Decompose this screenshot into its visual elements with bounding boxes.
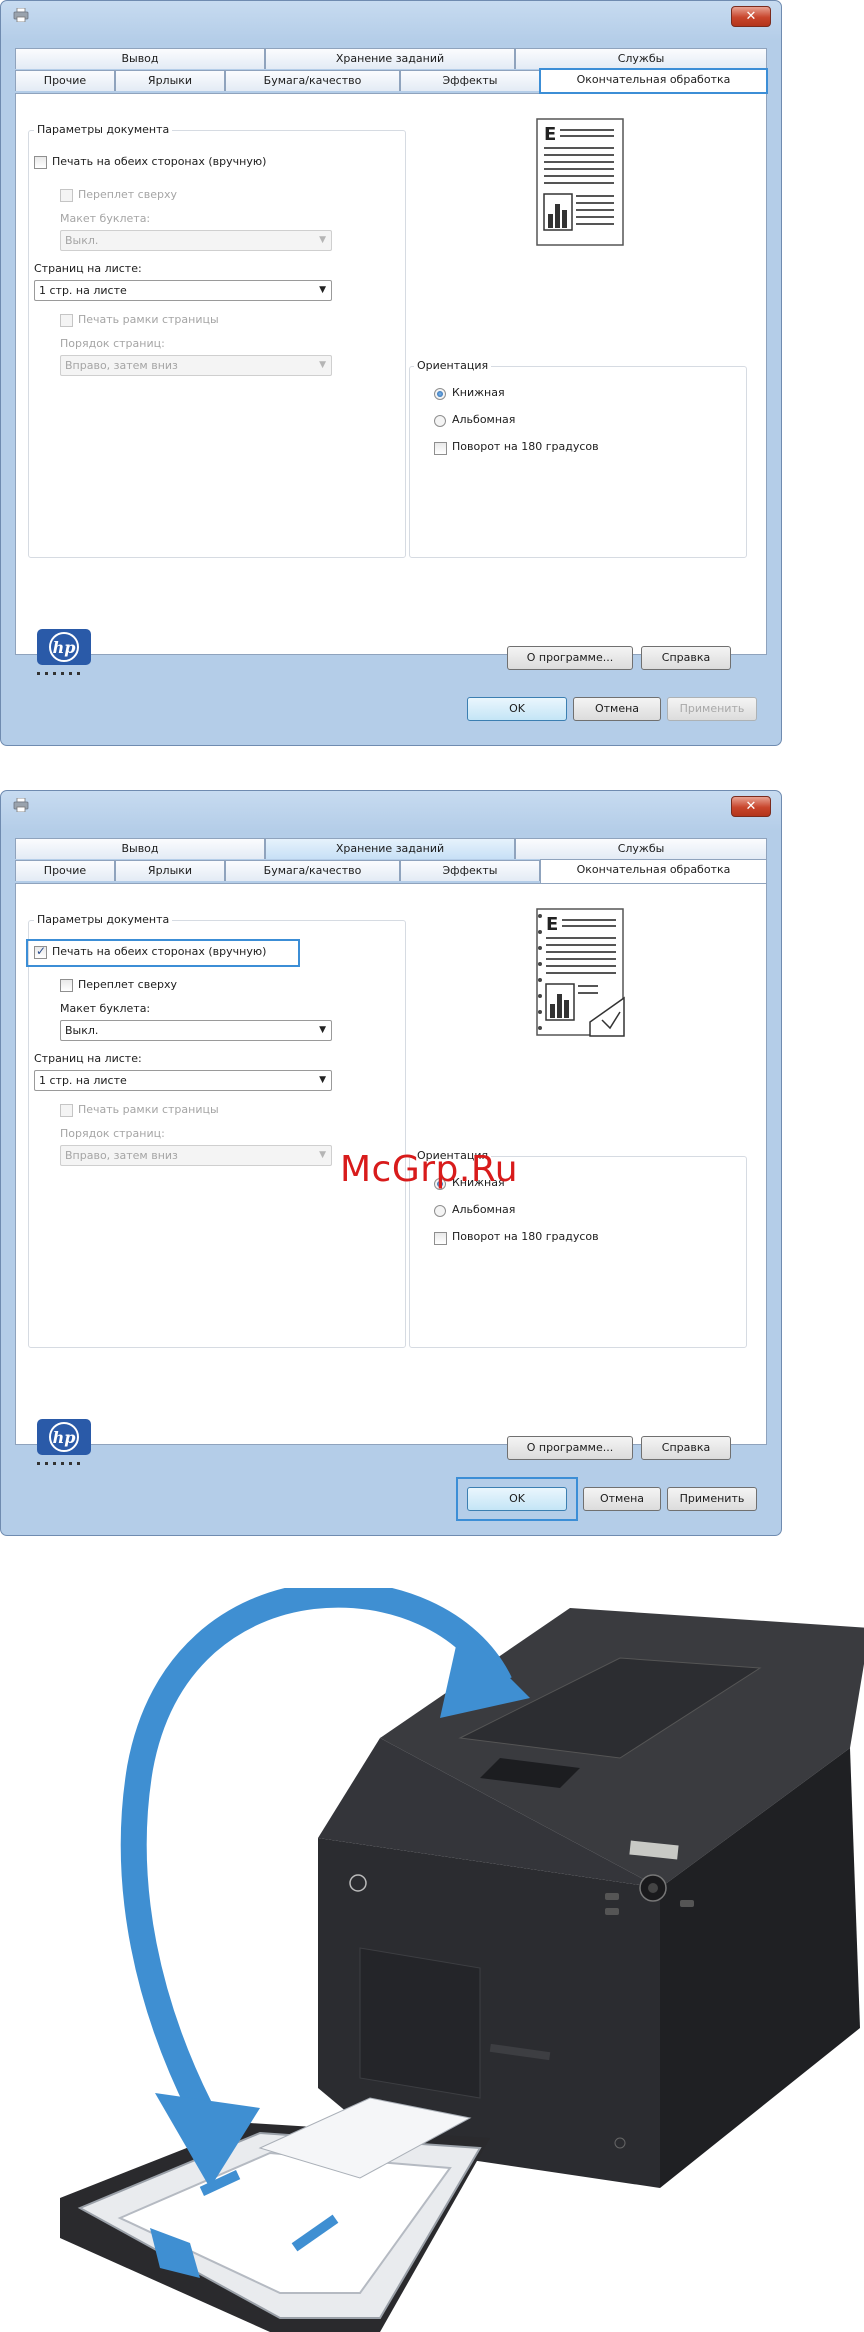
apply-button[interactable]: Применить (667, 697, 757, 721)
print-page-borders-label: Печать рамки страницы (78, 313, 219, 326)
chevron-down-icon: ▼ (319, 1150, 326, 1160)
duplex-label[interactable]: Печать на обеих сторонах (вручную) (52, 155, 266, 168)
page-order-select[interactable]: Вправо, затем вниз ▼ (60, 355, 332, 376)
orientation-label: Ориентация (414, 359, 492, 372)
portrait-label[interactable]: Книжная (452, 386, 505, 399)
checkmark-icon: ✓ (36, 944, 47, 958)
cancel-button[interactable]: Отмена (583, 1487, 661, 1511)
chevron-down-icon: ▼ (319, 285, 326, 295)
landscape-radio[interactable] (434, 415, 446, 427)
pages-per-sheet-value: 1 стр. на листе (39, 1074, 127, 1087)
tab-shortcuts[interactable]: Ярлыки (115, 860, 225, 881)
apply-button[interactable]: Применить (667, 1487, 757, 1511)
duplex-checkbox[interactable] (34, 156, 47, 169)
ok-button[interactable]: OK (467, 1487, 567, 1511)
document-options-label: Параметры документа (34, 913, 173, 926)
rotate-180-checkbox[interactable] (434, 1232, 447, 1245)
flip-pages-up-checkbox[interactable] (60, 979, 73, 992)
pages-per-sheet-label: Страниц на листе: (34, 1052, 142, 1065)
printer-icon (13, 798, 29, 812)
print-page-borders-label: Печать рамки страницы (78, 1103, 219, 1116)
booklet-layout-value: Выкл. (65, 234, 99, 247)
flip-pages-up-checkbox[interactable] (60, 189, 73, 202)
svg-text:hp: hp (53, 1428, 76, 1447)
rotate-180-label[interactable]: Поворот на 180 градусов (452, 440, 599, 453)
flip-pages-up-label: Переплет сверху (78, 188, 177, 201)
pages-per-sheet-select[interactable]: 1 стр. на листе ▼ (34, 1070, 332, 1091)
tab-advanced[interactable]: Прочие (15, 70, 115, 91)
page-order-label: Порядок страниц: (60, 1127, 165, 1140)
rotate-180-label[interactable]: Поворот на 180 градусов (452, 1230, 599, 1243)
print-page-borders-checkbox[interactable] (60, 314, 73, 327)
rotate-180-checkbox[interactable] (434, 442, 447, 455)
pages-per-sheet-select[interactable]: 1 стр. на листе ▼ (34, 280, 332, 301)
tab-output[interactable]: Вывод (15, 838, 265, 859)
tab-services[interactable]: Службы (515, 838, 767, 859)
chevron-down-icon: ▼ (319, 1025, 326, 1035)
close-icon[interactable]: ✕ (731, 6, 771, 27)
tab-job-storage[interactable]: Хранение заданий (265, 838, 515, 859)
landscape-label[interactable]: Альбомная (452, 1203, 515, 1216)
svg-text:E: E (544, 124, 556, 145)
printer-icon (13, 8, 29, 22)
title-bar[interactable]: ✕ (1, 791, 781, 821)
booklet-layout-label: Макет буклета: (60, 1002, 151, 1015)
flip-pages-up-label[interactable]: Переплет сверху (78, 978, 177, 991)
tab-job-storage[interactable]: Хранение заданий (265, 48, 515, 69)
portrait-radio[interactable] (434, 388, 446, 400)
tab-finishing[interactable]: Окончательная обработка (539, 68, 768, 94)
pages-per-sheet-value: 1 стр. на листе (39, 284, 127, 297)
chevron-down-icon: ▼ (319, 360, 326, 370)
duplex-checkbox[interactable]: ✓ (34, 944, 47, 959)
document-options-label: Параметры документа (34, 123, 173, 136)
close-icon[interactable]: ✕ (731, 796, 771, 817)
ok-button[interactable]: OK (467, 697, 567, 721)
booklet-layout-label: Макет буклета: (60, 212, 151, 225)
page-order-value: Вправо, затем вниз (65, 1149, 178, 1162)
print-page-borders-checkbox[interactable] (60, 1104, 73, 1117)
tab-strip: Вывод Хранение заданий Службы Прочие Ярл… (15, 838, 767, 885)
page-order-value: Вправо, затем вниз (65, 359, 178, 372)
about-button[interactable]: О программе... (507, 646, 633, 670)
tab-shortcuts[interactable]: Ярлыки (115, 70, 225, 91)
page-order-label: Порядок страниц: (60, 337, 165, 350)
tab-finishing[interactable]: Окончательная обработка (540, 859, 767, 883)
page-preview-icon: E (536, 118, 624, 246)
help-button[interactable]: Справка (641, 1436, 731, 1460)
landscape-radio[interactable] (434, 1205, 446, 1217)
watermark-text: McGrp.Ru (340, 1149, 519, 1190)
pages-per-sheet-label: Страниц на листе: (34, 262, 142, 275)
hp-invent-logo: hp (37, 629, 91, 675)
booklet-layout-value: Выкл. (65, 1024, 99, 1037)
finishing-panel: Параметры документа Печать на обеих стор… (15, 93, 767, 655)
tab-effects[interactable]: Эффекты (400, 860, 540, 881)
about-button[interactable]: О программе... (507, 1436, 633, 1460)
landscape-label[interactable]: Альбомная (452, 413, 515, 426)
tab-advanced[interactable]: Прочие (15, 860, 115, 881)
chevron-down-icon: ▼ (319, 235, 326, 245)
title-bar[interactable]: ✕ (1, 1, 781, 31)
booklet-layout-select[interactable]: Выкл. ▼ (60, 230, 332, 251)
printer-tray-illustration (60, 1588, 864, 2332)
tab-paper-quality[interactable]: Бумага/качество (225, 70, 400, 91)
svg-text:hp: hp (53, 638, 76, 657)
tab-services[interactable]: Службы (515, 48, 767, 69)
booklet-layout-select[interactable]: Выкл. ▼ (60, 1020, 332, 1041)
svg-text:E: E (546, 914, 558, 935)
cancel-button[interactable]: Отмена (573, 697, 661, 721)
duplex-preview-icon: E (536, 908, 625, 1037)
duplex-label[interactable]: Печать на обеих сторонах (вручную) (52, 945, 266, 958)
tab-effects[interactable]: Эффекты (400, 70, 540, 91)
hp-invent-logo: hp (37, 1419, 91, 1465)
tab-strip: Вывод Хранение заданий Службы Прочие Ярл… (15, 48, 768, 95)
chevron-down-icon: ▼ (319, 1075, 326, 1085)
tab-output[interactable]: Вывод (15, 48, 265, 69)
help-button[interactable]: Справка (641, 646, 731, 670)
page-order-select[interactable]: Вправо, затем вниз ▼ (60, 1145, 332, 1166)
tab-paper-quality[interactable]: Бумага/качество (225, 860, 400, 881)
printer-properties-dialog-1: ✕ Вывод Хранение заданий Службы Прочие Я… (0, 0, 782, 746)
